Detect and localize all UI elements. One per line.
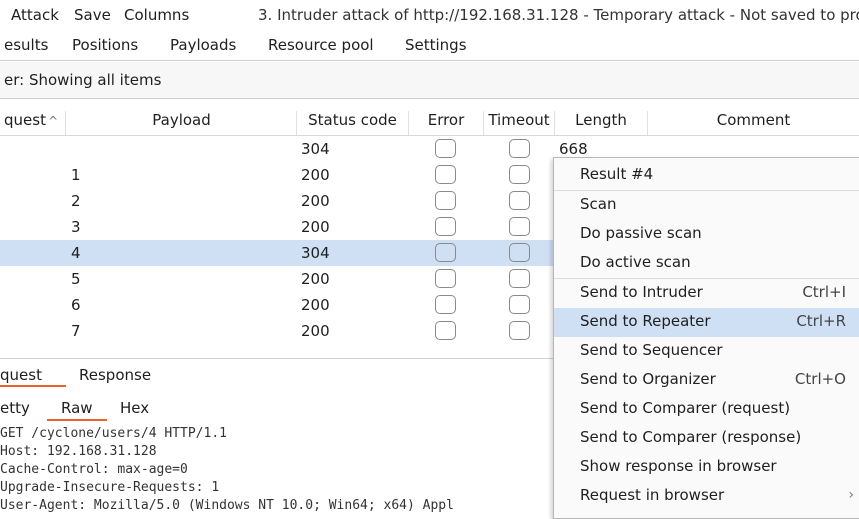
error-checkbox [435, 269, 456, 288]
menu-item-label: Do active scan [580, 253, 691, 271]
error-checkbox [435, 217, 456, 236]
cell-payload: 3 [71, 218, 81, 236]
cell-status-code: 304 [301, 140, 330, 158]
menu-item-send-to-comparer-request[interactable]: Send to Comparer (request) [554, 395, 859, 424]
filter-text: er: Showing all items [4, 71, 162, 89]
request-header: Cache-Control: max-age=0 [0, 462, 188, 477]
cell-status-code: 304 [301, 244, 330, 262]
timeout-checkbox [509, 217, 530, 236]
tab-results[interactable]: esults [4, 36, 48, 54]
filter-bar[interactable]: er: Showing all items [0, 62, 859, 99]
tab-positions[interactable]: Positions [72, 36, 138, 54]
sort-icon: ^ [47, 114, 59, 128]
window-title: 3. Intruder attack of http://192.168.31.… [258, 6, 859, 24]
cell-payload: 4 [71, 244, 81, 262]
menu-item-label: Send to Comparer (response) [580, 428, 802, 446]
tab-payloads[interactable]: Payloads [170, 36, 236, 54]
menu-item-do-active-scan[interactable]: Do active scan [554, 249, 859, 278]
menu-item-label: Send to Organizer [580, 370, 716, 388]
menu-item-label: Show response in browser [580, 457, 777, 475]
menu-item-send-to-sequencer[interactable]: Send to Sequencer [554, 337, 859, 366]
col-payload[interactable]: Payload [67, 111, 297, 135]
menu-item-send-to-repeater[interactable]: Send to Repeater Ctrl+R [554, 308, 859, 337]
menu-bar: Attack Save Columns 3. Intruder attack o… [0, 0, 859, 30]
attack-tabs: esults Positions Payloads Resource pool … [0, 30, 859, 61]
tab-pretty[interactable]: etty [0, 399, 30, 417]
timeout-checkbox [509, 139, 530, 158]
request-header: User-Agent: Mozilla/5.0 (Windows NT 10.0… [0, 498, 454, 513]
cell-status-code: 200 [301, 270, 330, 288]
col-request-label: quest [4, 111, 46, 129]
menu-save[interactable]: Save [74, 6, 111, 24]
cell-status-code: 200 [301, 296, 330, 314]
menu-item-label: Do passive scan [580, 224, 702, 242]
menu-item-do-passive-scan[interactable]: Do passive scan [554, 220, 859, 249]
menu-item-label: Send to Comparer (request) [580, 399, 791, 417]
menu-item-shortcut: Ctrl+R [796, 312, 846, 330]
menu-item-label: Send to Repeater [580, 312, 711, 330]
menu-item-shortcut: Ctrl+O [794, 370, 846, 388]
request-line: GET /cyclone/users/4 HTTP/1.1 [0, 426, 227, 441]
tab-resource-pool[interactable]: Resource pool [268, 36, 374, 54]
cell-payload: 6 [71, 296, 81, 314]
context-menu-header: Result #4 [554, 161, 859, 190]
menu-item-send-to-comparer-response[interactable]: Send to Comparer (response) [554, 424, 859, 453]
menu-item-label: Send to Sequencer [580, 341, 723, 359]
timeout-checkbox [509, 243, 530, 262]
menu-columns[interactable]: Columns [124, 6, 189, 24]
cell-status-code: 200 [301, 192, 330, 210]
timeout-checkbox [509, 321, 530, 340]
error-checkbox [435, 191, 456, 210]
col-length[interactable]: Length [555, 111, 648, 135]
cell-length: 668 [559, 140, 588, 158]
error-checkbox [435, 295, 456, 314]
col-request[interactable]: quest ^ [0, 111, 66, 135]
cell-payload: 2 [71, 192, 81, 210]
cell-payload: 5 [71, 270, 81, 288]
timeout-checkbox [509, 165, 530, 184]
error-checkbox [435, 165, 456, 184]
menu-item-label: Scan [580, 195, 617, 213]
cell-payload: 7 [71, 322, 81, 340]
col-timeout[interactable]: Timeout [484, 111, 555, 135]
menu-item-label: Send to Intruder [580, 283, 703, 301]
tab-settings[interactable]: Settings [405, 36, 467, 54]
error-checkbox [435, 321, 456, 340]
cell-payload: 1 [71, 166, 81, 184]
col-status-code[interactable]: Status code [297, 111, 409, 135]
request-header: Host: 192.168.31.128 [0, 444, 157, 459]
timeout-checkbox [509, 269, 530, 288]
menu-item-request-in-browser[interactable]: Request in browser › [554, 482, 859, 511]
cell-status-code: 200 [301, 322, 330, 340]
menu-attack[interactable]: Attack [11, 6, 59, 24]
submenu-arrow-icon: › [848, 487, 854, 503]
error-checkbox [435, 139, 456, 158]
request-tab-underline [0, 385, 66, 387]
col-error[interactable]: Error [409, 111, 484, 135]
menu-item-scan[interactable]: Scan [554, 191, 859, 220]
menu-item-shortcut: Ctrl+I [802, 283, 846, 301]
context-menu: Result #4 Scan Do passive scan Do active s… [553, 157, 859, 519]
menu-item-label: Request in browser [580, 486, 725, 504]
menu-item-show-response-in-browser[interactable]: Show response in browser [554, 453, 859, 482]
tab-hex[interactable]: Hex [120, 399, 149, 417]
raw-request-editor[interactable]: GET /cyclone/users/4 HTTP/1.1 Host: 192.… [0, 424, 560, 517]
cell-status-code: 200 [301, 218, 330, 236]
tab-raw[interactable]: Raw [61, 399, 93, 417]
menu-item-send-to-organizer[interactable]: Send to Organizer Ctrl+O [554, 366, 859, 395]
context-menu-header-label: Result #4 [580, 165, 654, 183]
raw-tab-underline [47, 419, 107, 421]
col-comment[interactable]: Comment [648, 111, 859, 135]
error-checkbox [435, 243, 456, 262]
timeout-checkbox [509, 191, 530, 210]
request-header: Upgrade-Insecure-Requests: 1 [0, 480, 220, 495]
timeout-checkbox [509, 295, 530, 314]
menu-item-send-to-intruder[interactable]: Send to Intruder Ctrl+I [554, 279, 859, 308]
tab-request[interactable]: quest [0, 366, 42, 384]
table-header: quest ^ Payload Status code Error Timeout… [0, 108, 859, 136]
cell-status-code: 200 [301, 166, 330, 184]
tab-response[interactable]: Response [79, 366, 151, 384]
